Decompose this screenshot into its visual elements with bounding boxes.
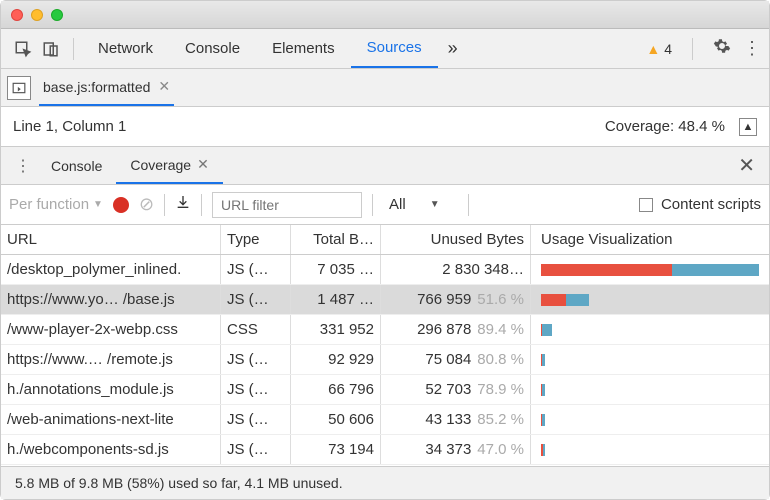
cell-type: CSS: [221, 315, 291, 344]
cell-unused: 2 830 348…: [381, 255, 531, 284]
device-toggle-icon[interactable]: [37, 35, 65, 63]
separator: [201, 194, 202, 216]
coverage-summary-bar: 5.8 MB of 9.8 MB (58%) used so far, 4.1 …: [1, 467, 769, 499]
separator: [164, 194, 165, 216]
coverage-controls: Per function▼ ⊘ All▼ Content scripts: [1, 185, 769, 225]
close-tab-icon[interactable]: ✕: [158, 78, 170, 95]
cell-viz: [531, 315, 769, 344]
coverage-table: URL Type Total B… Unused Bytes Usage Vis…: [1, 225, 769, 467]
cell-type: JS (…: [221, 405, 291, 434]
cell-total: 7 035 …: [291, 255, 381, 284]
coverage-mode-select[interactable]: Per function▼: [9, 196, 103, 213]
file-tab-label: base.js:formatted: [43, 79, 150, 95]
cell-total: 1 487 …: [291, 285, 381, 314]
file-tab-bar: base.js:formatted ✕: [1, 69, 769, 107]
cell-total: 73 194: [291, 435, 381, 464]
cell-type: JS (…: [221, 255, 291, 284]
drawer-tab-bar: ⋮ Console Coverage ✕ ✕: [1, 147, 769, 185]
cell-type: JS (…: [221, 435, 291, 464]
tab-sources[interactable]: Sources: [351, 29, 438, 68]
table-row[interactable]: /desktop_polymer_inlined.JS (…7 035 …2 8…: [1, 255, 769, 285]
table-row[interactable]: https://www.yo… /base.jsJS (…1 487 …766 …: [1, 285, 769, 315]
cell-unused: 34 37347.0 %: [381, 435, 531, 464]
record-button[interactable]: [113, 197, 129, 213]
minimize-window-button[interactable]: [31, 9, 43, 21]
table-row[interactable]: https://www.… /remote.jsJS (…92 92975 08…: [1, 345, 769, 375]
warning-count: 4: [664, 41, 672, 57]
col-type[interactable]: Type: [221, 225, 291, 254]
cell-unused: 43 13385.2 %: [381, 405, 531, 434]
coverage-percent: Coverage: 48.4 %: [605, 118, 725, 135]
cell-total: 331 952: [291, 315, 381, 344]
drawer-more-icon[interactable]: ⋮: [9, 156, 37, 176]
maximize-window-button[interactable]: [51, 9, 63, 21]
table-row[interactable]: h./annotations_module.jsJS (…66 79652 70…: [1, 375, 769, 405]
col-total-bytes[interactable]: Total B…: [291, 225, 381, 254]
separator: [468, 194, 469, 216]
file-tab-active[interactable]: base.js:formatted ✕: [39, 69, 174, 106]
table-header: URL Type Total B… Unused Bytes Usage Vis…: [1, 225, 769, 255]
cell-viz: [531, 375, 769, 404]
warnings-badge[interactable]: ▲ 4: [646, 41, 672, 57]
cell-url: /desktop_polymer_inlined.: [1, 255, 221, 284]
close-drawer-icon[interactable]: ✕: [732, 153, 761, 178]
cell-viz: [531, 435, 769, 464]
cell-url: h./annotations_module.js: [1, 375, 221, 404]
panel-tabs: Network Console Elements Sources: [82, 29, 438, 68]
separator: [73, 38, 74, 60]
cell-url: https://www.yo… /base.js: [1, 285, 221, 314]
cell-viz: [531, 345, 769, 374]
cell-total: 50 606: [291, 405, 381, 434]
coverage-summary-text: 5.8 MB of 9.8 MB (58%) used so far, 4.1 …: [15, 475, 343, 491]
col-usage-viz[interactable]: Usage Visualization: [531, 225, 769, 254]
content-scripts-label: Content scripts: [661, 196, 761, 213]
cell-url: https://www.… /remote.js: [1, 345, 221, 374]
cell-type: JS (…: [221, 345, 291, 374]
table-row[interactable]: /web-animations-next-liteJS (…50 60643 1…: [1, 405, 769, 435]
clear-button[interactable]: ⊘: [139, 194, 154, 215]
table-row[interactable]: h./webcomponents-sd.jsJS (…73 19434 3734…: [1, 435, 769, 465]
cell-unused: 52 70378.9 %: [381, 375, 531, 404]
cell-url: /web-animations-next-lite: [1, 405, 221, 434]
inspect-element-icon[interactable]: [9, 35, 37, 63]
warning-icon: ▲: [646, 41, 660, 57]
drawer-tab-coverage[interactable]: Coverage ✕: [116, 147, 222, 184]
main-toolbar: Network Console Elements Sources » ▲ 4 ⋮: [1, 29, 769, 69]
cell-total: 92 929: [291, 345, 381, 374]
content-scripts-checkbox[interactable]: [639, 198, 653, 212]
close-window-button[interactable]: [11, 9, 23, 21]
cell-total: 66 796: [291, 375, 381, 404]
settings-icon[interactable]: [713, 37, 731, 60]
cell-viz: [531, 285, 769, 314]
cell-type: JS (…: [221, 285, 291, 314]
cell-viz: [531, 405, 769, 434]
col-url[interactable]: URL: [1, 225, 221, 254]
cell-unused: 766 95951.6 %: [381, 285, 531, 314]
cell-viz: [531, 255, 769, 284]
navigator-toggle-icon[interactable]: [7, 76, 31, 100]
drawer-tab-console[interactable]: Console: [37, 147, 116, 184]
close-drawer-tab-icon[interactable]: ✕: [197, 156, 209, 173]
status-bar: Line 1, Column 1 Coverage: 48.4 % ▲: [1, 107, 769, 147]
col-unused-bytes[interactable]: Unused Bytes: [381, 225, 531, 254]
type-filter-select[interactable]: All▼: [383, 196, 458, 213]
cell-type: JS (…: [221, 375, 291, 404]
cell-unused: 296 87889.4 %: [381, 315, 531, 344]
cell-unused: 75 08480.8 %: [381, 345, 531, 374]
tab-network[interactable]: Network: [82, 29, 169, 68]
more-tabs-button[interactable]: »: [438, 38, 468, 59]
tab-console[interactable]: Console: [169, 29, 256, 68]
window-titlebar: [1, 1, 769, 29]
collapse-drawer-icon[interactable]: ▲: [739, 118, 757, 136]
url-filter-input[interactable]: [212, 192, 362, 218]
cell-url: /www-player-2x-webp.css: [1, 315, 221, 344]
table-row[interactable]: /www-player-2x-webp.cssCSS331 952296 878…: [1, 315, 769, 345]
separator: [372, 194, 373, 216]
tab-elements[interactable]: Elements: [256, 29, 351, 68]
cursor-position: Line 1, Column 1: [13, 118, 126, 135]
separator: [692, 38, 693, 60]
export-button[interactable]: [175, 194, 191, 215]
cell-url: h./webcomponents-sd.js: [1, 435, 221, 464]
more-menu-icon[interactable]: ⋮: [743, 38, 761, 59]
